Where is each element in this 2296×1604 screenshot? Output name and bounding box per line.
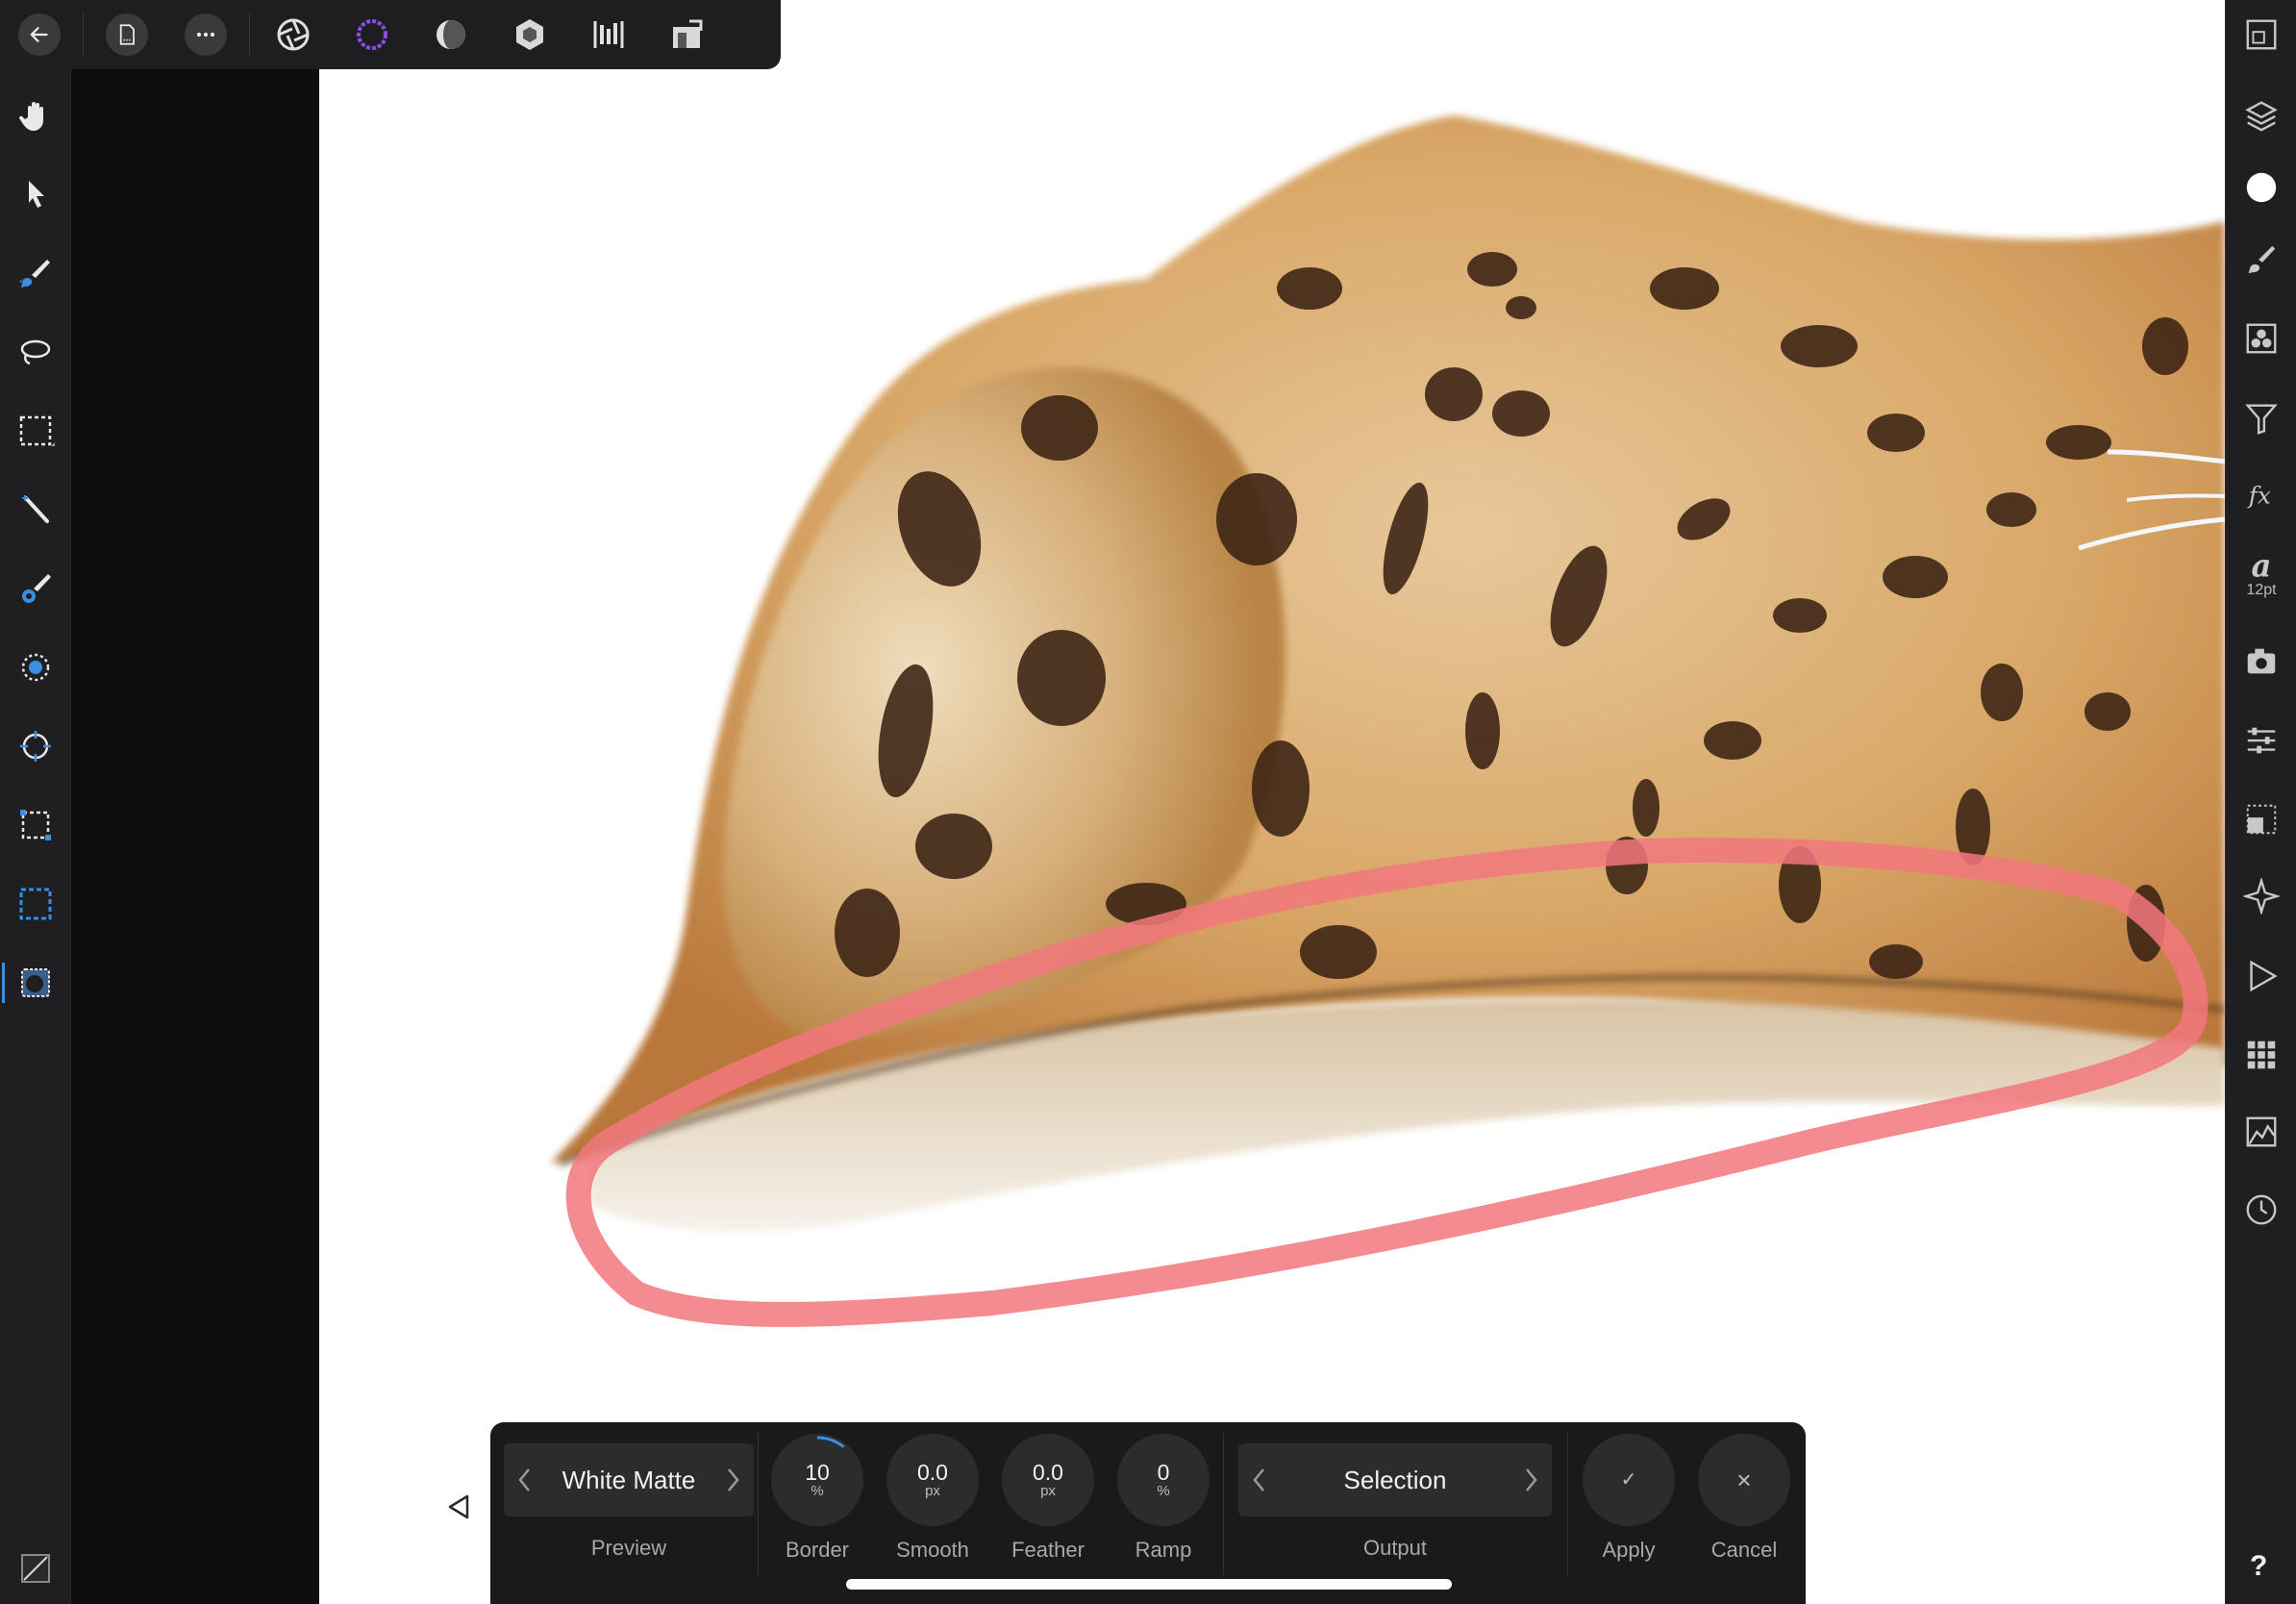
preview-value: White Matte [562,1465,696,1494]
ramp-label: Ramp [1135,1538,1192,1562]
panel-collapse-icon[interactable] [444,1492,473,1521]
hand-icon[interactable] [12,91,60,139]
freehand-selection-icon[interactable] [12,327,60,375]
marquee-alt-icon[interactable] [12,880,60,928]
checkmark-icon: ✓ [1620,1469,1637,1491]
help-icon[interactable]: ? [2250,1550,2267,1583]
chevron-right-icon[interactable] [721,1466,744,1494]
develop-persona-icon[interactable] [412,0,490,69]
selection-brush-icon[interactable] [12,249,60,297]
navigator-icon[interactable] [2237,11,2285,59]
macro-play-icon[interactable] [2237,952,2285,1000]
apply-label: Apply [1602,1538,1656,1562]
output-label: Output [1362,1536,1428,1560]
ramp-value: 0 [1157,1460,1170,1485]
chevron-left-icon[interactable] [513,1466,537,1494]
ramp-unit: % [1157,1483,1170,1499]
toolbar-divider [83,13,84,56]
preview-selector[interactable]: White Matte [504,1443,754,1516]
transform-icon[interactable] [2237,795,2285,843]
histogram-icon[interactable] [2237,1108,2285,1156]
navigator-star-icon[interactable] [2237,872,2285,920]
tools-panel [0,0,71,1604]
brushes-icon[interactable] [2237,236,2285,284]
document-canvas[interactable] [319,0,2225,1604]
cancel-button[interactable]: × [1698,1434,1790,1526]
marquee-selection-icon[interactable] [12,407,60,455]
brush-icon[interactable] [12,564,60,613]
assistant-icon[interactable] [648,0,727,69]
home-indicator[interactable] [846,1579,1452,1590]
smooth-value: 0.0 [917,1460,948,1485]
preview-label: Preview [590,1536,667,1560]
color-swatch-icon[interactable] [12,1544,60,1592]
feather-unit: px [1040,1483,1056,1499]
panel-divider [1223,1432,1224,1576]
chevron-left-icon[interactable] [1248,1466,1271,1494]
stock-grid-icon[interactable] [2237,1031,2285,1079]
apply-button[interactable]: ✓ [1583,1434,1675,1526]
liquify-persona-icon[interactable] [333,0,412,69]
svg-text:fx: fx [2247,482,2271,510]
persona-toolbar [0,0,781,69]
cancel-label: Cancel [1710,1538,1778,1562]
smooth-knob[interactable]: 0.0 px [886,1434,979,1526]
healing-icon[interactable] [12,722,60,770]
svg-text:a: a [2252,549,2272,585]
close-icon: × [1736,1466,1752,1494]
document-icon[interactable] [87,0,166,69]
tone-mapping-persona-icon[interactable] [490,0,569,69]
color-icon[interactable] [2237,163,2285,212]
smooth-label: Smooth [896,1538,969,1562]
move-icon[interactable] [12,170,60,218]
border-knob[interactable]: 10 % [771,1434,863,1526]
erase-icon[interactable] [12,643,60,691]
filters-icon[interactable] [2237,394,2285,442]
text-style-icon[interactable]: a 12pt [2237,543,2285,598]
border-label: Border [785,1538,850,1562]
studio-panel: fx a 12pt [2225,0,2296,1604]
output-value: Selection [1343,1465,1447,1494]
adjustments-icon[interactable] [2237,716,2285,764]
ramp-knob[interactable]: 0 % [1117,1434,1210,1526]
canvas-margin [71,0,319,1604]
border-dial-arc [816,1436,845,1448]
chevron-right-icon[interactable] [1519,1466,1542,1494]
layers-icon[interactable] [2237,91,2285,139]
history-icon[interactable] [2237,1186,2285,1234]
photo-persona-icon[interactable] [254,0,333,69]
camera-icon[interactable] [2237,638,2285,686]
crop-icon[interactable] [12,801,60,849]
font-size-label: 12pt [2246,582,2277,598]
flood-select-icon[interactable] [12,486,60,534]
output-selector[interactable]: Selection [1238,1443,1552,1516]
toolbar-divider [249,13,250,56]
more-icon[interactable] [166,0,245,69]
feather-label: Feather [1011,1538,1085,1562]
refine-selection-icon[interactable] [2,959,60,1007]
artwork-image [550,115,2225,1327]
panel-divider [1567,1432,1568,1576]
fx-icon[interactable]: fx [2237,471,2285,519]
feather-value: 0.0 [1033,1460,1063,1485]
refine-selection-panel: White Matte Preview 10 % Border 0.0 px S… [490,1422,1806,1604]
panel-divider [758,1432,759,1576]
export-persona-icon[interactable] [569,0,648,69]
back-arrow-icon[interactable] [0,0,79,69]
feather-knob[interactable]: 0.0 px [1002,1434,1094,1526]
channels-icon[interactable] [2237,314,2285,363]
smooth-unit: px [925,1483,940,1499]
